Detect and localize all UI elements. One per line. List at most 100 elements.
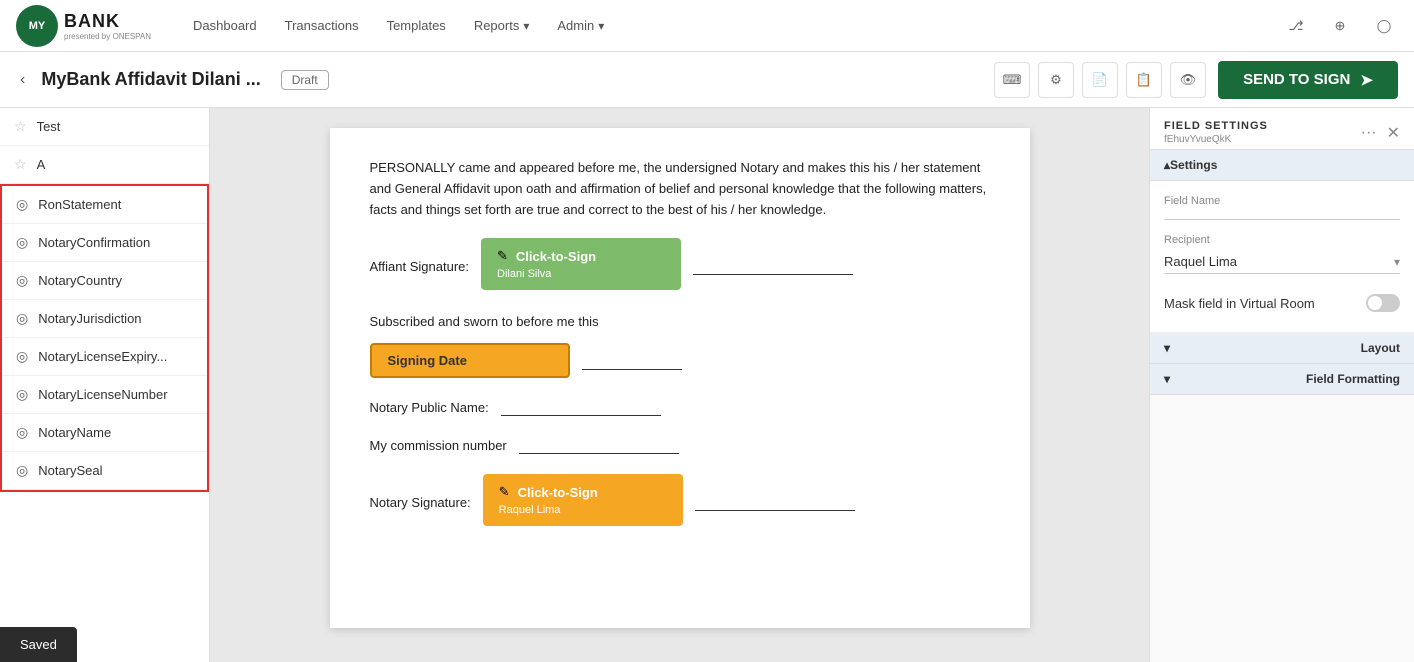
sidebar-item-notary-jurisdiction[interactable]: ◎ NotaryJurisdiction: [2, 300, 207, 338]
keyboard-icon[interactable]: ⌨: [994, 62, 1030, 98]
mask-label: Mask field in Virtual Room: [1164, 296, 1315, 311]
sworn-label: Subscribed and sworn to before me this: [370, 314, 599, 329]
doc-title: MyBank Affidavit Dilani ...: [41, 69, 260, 90]
notary-icon: ◎: [16, 272, 28, 289]
formatting-section-header[interactable]: ▾ Field Formatting: [1150, 364, 1414, 395]
notary-public-line: Notary Public Name:: [370, 398, 990, 416]
underline-date: [582, 352, 682, 370]
sidebar-item-label: NotaryName: [38, 425, 111, 440]
recipient-value: Raquel Lima: [1164, 254, 1237, 269]
user-icon[interactable]: ◯: [1370, 12, 1398, 40]
sidebar-item-notary-license-expiry[interactable]: ◎ NotaryLicenseExpiry...: [2, 338, 207, 376]
sidebar-item-label: A: [37, 157, 46, 172]
chevron-down-icon: ▾: [1164, 372, 1170, 386]
globe-icon[interactable]: ⊕: [1326, 12, 1354, 40]
nav-templates[interactable]: Templates: [385, 14, 448, 37]
sidebar-item-label: Test: [37, 119, 61, 134]
doc-settings-icon[interactable]: 📄: [1082, 62, 1118, 98]
sign-label-2: Click-to-Sign: [518, 485, 598, 500]
layout-section-header[interactable]: ▾ Layout: [1150, 333, 1414, 364]
sworn-line: Subscribed and sworn to before me this: [370, 314, 990, 329]
notary-icon: ◎: [16, 386, 28, 403]
sidebar-item-label: RonStatement: [38, 197, 121, 212]
notary-sig-section: Notary Signature: ✎ Click-to-Sign Raquel…: [370, 474, 990, 530]
affiant-signature-line: Affiant Signature: ✎ Click-to-Sign Dilan…: [370, 238, 990, 294]
notary-sig-label: Notary Signature:: [370, 495, 471, 510]
toggle-knob: [1368, 296, 1382, 310]
mask-toggle[interactable]: [1366, 294, 1400, 312]
sidebar-item-label: NotarySeal: [38, 463, 102, 478]
logo-icon: MY: [16, 5, 58, 47]
layout-label: Layout: [1361, 341, 1400, 355]
notary-sig-line: Notary Signature: ✎ Click-to-Sign Raquel…: [370, 474, 990, 530]
notary-icon: ◎: [16, 462, 28, 479]
underline-1: [693, 257, 853, 275]
sidebar-item-label: NotaryLicenseExpiry...: [38, 349, 167, 364]
recipient-select[interactable]: Raquel Lima ▾: [1164, 250, 1400, 274]
sidebar-item-ron-statement[interactable]: ◎ RonStatement: [2, 186, 207, 224]
nav-reports[interactable]: Reports ▾: [472, 14, 532, 37]
affiant-label: Affiant Signature:: [370, 259, 470, 274]
logo-sub: presented by ONESPAN: [64, 32, 151, 41]
sidebar-item-notary-license-number[interactable]: ◎ NotaryLicenseNumber: [2, 376, 207, 414]
pencil-icon-2: ✎: [499, 484, 510, 500]
back-button[interactable]: ‹: [16, 67, 29, 93]
network-icon[interactable]: ⎇: [1282, 12, 1310, 40]
document-page: PERSONALLY came and appeared before me, …: [330, 128, 1030, 628]
sidebar-item-test[interactable]: ☆ Test: [0, 108, 209, 146]
notary-items-group: ◎ RonStatement ◎ NotaryConfirmation ◎ No…: [0, 184, 209, 492]
document-area: PERSONALLY came and appeared before me, …: [210, 108, 1149, 662]
signing-date-field[interactable]: Signing Date: [370, 343, 570, 378]
sign-block-raquel[interactable]: ✎ Click-to-Sign Raquel Lima: [483, 474, 683, 526]
sidebar-item-label: NotaryCountry: [38, 273, 122, 288]
draft-badge: Draft: [281, 70, 329, 90]
nav-dashboard[interactable]: Dashboard: [191, 14, 259, 37]
toolbar: ‹ MyBank Affidavit Dilani ... Draft ⌨ ⚙ …: [0, 52, 1414, 108]
settings-section-header[interactable]: ▴ Settings: [1150, 150, 1414, 181]
notary-icon: ◎: [16, 424, 28, 441]
field-name-input[interactable]: [1164, 211, 1400, 220]
sidebar-item-notary-confirmation[interactable]: ◎ NotaryConfirmation: [2, 224, 207, 262]
commission-line: My commission number: [370, 436, 990, 454]
notary-public-label: Notary Public Name:: [370, 400, 489, 415]
sidebar-item-notary-name[interactable]: ◎ NotaryName: [2, 414, 207, 452]
commission-label: My commission number: [370, 438, 507, 453]
nav-transactions[interactable]: Transactions: [283, 14, 361, 37]
send-arrow-icon: ➤: [1360, 71, 1373, 89]
doc-preview-icon[interactable]: 📋: [1126, 62, 1162, 98]
panel-close-button[interactable]: ✕: [1387, 123, 1400, 143]
toolbar-icons: ⌨ ⚙ 📄 📋 👁: [994, 62, 1206, 98]
sidebar-item-notary-country[interactable]: ◎ NotaryCountry: [2, 262, 207, 300]
sidebar-item-label: NotaryJurisdiction: [38, 311, 141, 326]
panel-field-id: fEhuvYvueQkK: [1164, 134, 1268, 145]
settings-label: Settings: [1170, 158, 1217, 172]
send-to-sign-button[interactable]: SEND TO SIGN ➤: [1218, 61, 1398, 99]
notary-icon: ◎: [16, 310, 28, 327]
notary-icon: ◎: [16, 234, 28, 251]
notary-icon: ◎: [16, 196, 28, 213]
panel-header: FIELD SETTINGS fEhuvYvueQkK ··· ✕: [1150, 108, 1414, 150]
sidebar-item-a[interactable]: ☆ A: [0, 146, 209, 184]
sign-block-dilani[interactable]: ✎ Click-to-Sign Dilani Silva: [481, 238, 681, 290]
sign-sub-2: Raquel Lima: [499, 504, 667, 516]
right-panel: FIELD SETTINGS fEhuvYvueQkK ··· ✕ ▴ Sett…: [1149, 108, 1414, 662]
logo-bank: BANK: [64, 11, 120, 31]
sworn-section: Subscribed and sworn to before me this S…: [370, 314, 990, 378]
eye-icon[interactable]: 👁: [1170, 62, 1206, 98]
mask-toggle-row: Mask field in Virtual Room: [1164, 288, 1400, 318]
nav-icon-group: ⎇ ⊕ ◯: [1282, 12, 1398, 40]
panel-menu-icon[interactable]: ···: [1361, 124, 1377, 142]
recipient-label: Recipient: [1164, 234, 1400, 246]
doc-intro-text: PERSONALLY came and appeared before me, …: [370, 158, 990, 220]
nav-admin[interactable]: Admin ▾: [555, 14, 606, 37]
star-icon: ☆: [14, 156, 27, 173]
left-sidebar: ☆ Test ☆ A ◎ RonStatement ◎ NotaryConfir…: [0, 108, 210, 662]
field-name-row: Field Name: [1164, 195, 1400, 220]
chevron-down-icon: ▾: [1164, 341, 1170, 355]
gear-icon[interactable]: ⚙: [1038, 62, 1074, 98]
saved-toast: Saved: [0, 627, 77, 662]
sidebar-item-notary-seal[interactable]: ◎ NotarySeal: [2, 452, 207, 490]
pencil-icon: ✎: [497, 248, 508, 264]
chevron-down-icon: ▾: [598, 19, 604, 33]
top-nav: MY BANK presented by ONESPAN Dashboard T…: [0, 0, 1414, 52]
